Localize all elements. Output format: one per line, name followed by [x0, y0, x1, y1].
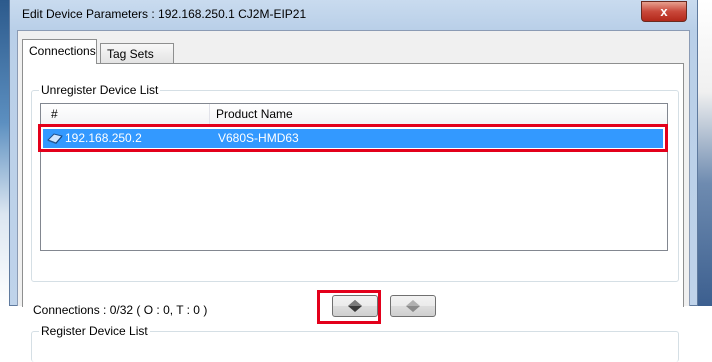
close-button[interactable]: x — [641, 1, 687, 22]
arrow-up-icon — [406, 300, 420, 312]
highlight-frame-row — [38, 124, 668, 152]
tab-tag-sets[interactable]: Tag Sets — [100, 43, 174, 63]
connections-status: Connections : 0/32 ( O : 0, T : 0 ) — [33, 303, 208, 317]
title-bar[interactable]: Edit Device Parameters : 192.168.250.1 C… — [10, 0, 697, 30]
connections-panel: Unregister Device List # Product Name 19… — [22, 63, 684, 362]
unregister-device-list[interactable]: # Product Name 192.168.250.2 V680S-HMD63 — [38, 103, 668, 251]
unregister-device-group: Unregister Device List # Product Name 19… — [31, 83, 679, 282]
dialog-window: Edit Device Parameters : 192.168.250.1 C… — [9, 0, 698, 362]
unregister-device-button[interactable] — [390, 295, 436, 317]
list-header: # Product Name — [41, 104, 667, 125]
backdrop-left — [0, 0, 9, 306]
window-title: Edit Device Parameters : 192.168.250.1 C… — [22, 7, 307, 21]
highlight-frame-register-button — [317, 290, 381, 324]
backdrop-right — [698, 0, 712, 306]
tab-connections[interactable]: Connections — [22, 39, 97, 64]
close-icon: x — [660, 4, 668, 19]
register-device-group: Register Device List — [31, 324, 679, 362]
register-group-title: Register Device List — [39, 324, 150, 338]
column-header-product-name[interactable]: Product Name — [216, 107, 293, 121]
unregister-group-title: Unregister Device List — [39, 83, 161, 97]
column-divider[interactable] — [209, 104, 210, 124]
dialog-client-area: Connections Tag Sets Unregister Device L… — [17, 30, 690, 362]
column-header-number[interactable]: # — [51, 107, 58, 121]
